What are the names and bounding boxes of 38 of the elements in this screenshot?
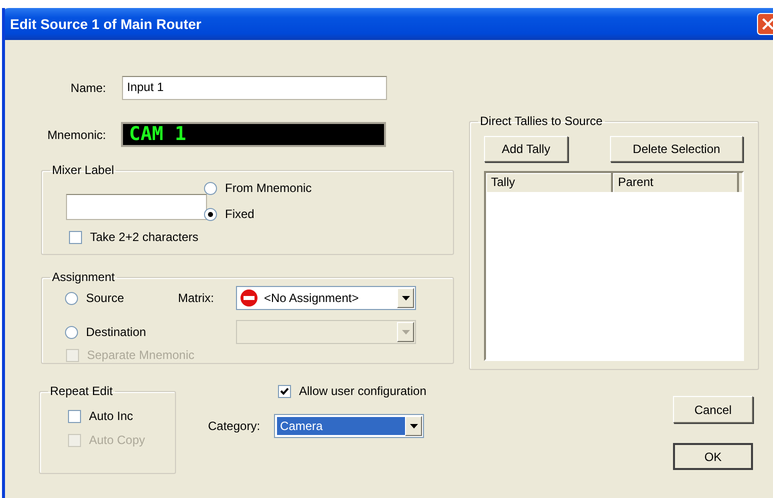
delete-selection-button[interactable]: Delete Selection [610, 136, 743, 162]
category-dropdown[interactable]: Camera [274, 414, 424, 438]
group-title: Direct Tallies to Source [479, 114, 604, 128]
add-tally-button[interactable]: Add Tally [484, 136, 568, 162]
radio-indicator-icon[interactable] [204, 182, 217, 194]
checkbox[interactable]: Take 2+2 characters [69, 230, 198, 244]
radio-button[interactable]: From Mnemonic [204, 181, 453, 195]
column-header[interactable]: Parent [613, 173, 739, 192]
dropdown-value: Camera [277, 417, 406, 435]
checkmark-icon [280, 386, 289, 396]
radio-button[interactable]: Destination [65, 325, 146, 339]
matrix-dropdown[interactable]: <No Assignment> [236, 286, 416, 310]
field-label: Name: [70, 81, 106, 95]
close-icon[interactable] [757, 13, 773, 35]
ok-button[interactable]: OK [673, 443, 753, 470]
column-header[interactable]: Tally [486, 173, 613, 192]
cancel-button[interactable]: Cancel [673, 396, 753, 423]
checkbox: Separate Mnemonic [66, 348, 194, 362]
window-title: Edit Source 1 of Main Router [10, 16, 202, 32]
field-label: Matrix: [178, 291, 215, 305]
mixer-label-field[interactable] [66, 194, 207, 220]
group-title: Mixer Label [51, 163, 116, 177]
checkbox[interactable]: Auto Inc [68, 409, 175, 423]
name-field[interactable]: Input 1 [122, 76, 387, 100]
checkbox: Auto Copy [68, 433, 175, 447]
field-label: Mnemonic: [46, 128, 106, 142]
field-label: Category: [208, 419, 260, 433]
mnemonic-display: CAM 1 [121, 122, 386, 147]
radio-button[interactable]: Fixed [204, 207, 453, 221]
group-title: Assignment [51, 270, 116, 284]
checkbox[interactable]: Allow user configuration [278, 384, 426, 398]
no-entry-icon [240, 289, 258, 307]
radio-indicator-icon[interactable] [65, 326, 78, 338]
group-title: Repeat Edit [49, 384, 114, 398]
radio-indicator-icon[interactable] [204, 208, 217, 220]
radio-indicator-icon[interactable] [65, 292, 78, 304]
radio-button[interactable]: Source [65, 291, 124, 305]
dropdown-value: <No Assignment> [264, 291, 359, 305]
